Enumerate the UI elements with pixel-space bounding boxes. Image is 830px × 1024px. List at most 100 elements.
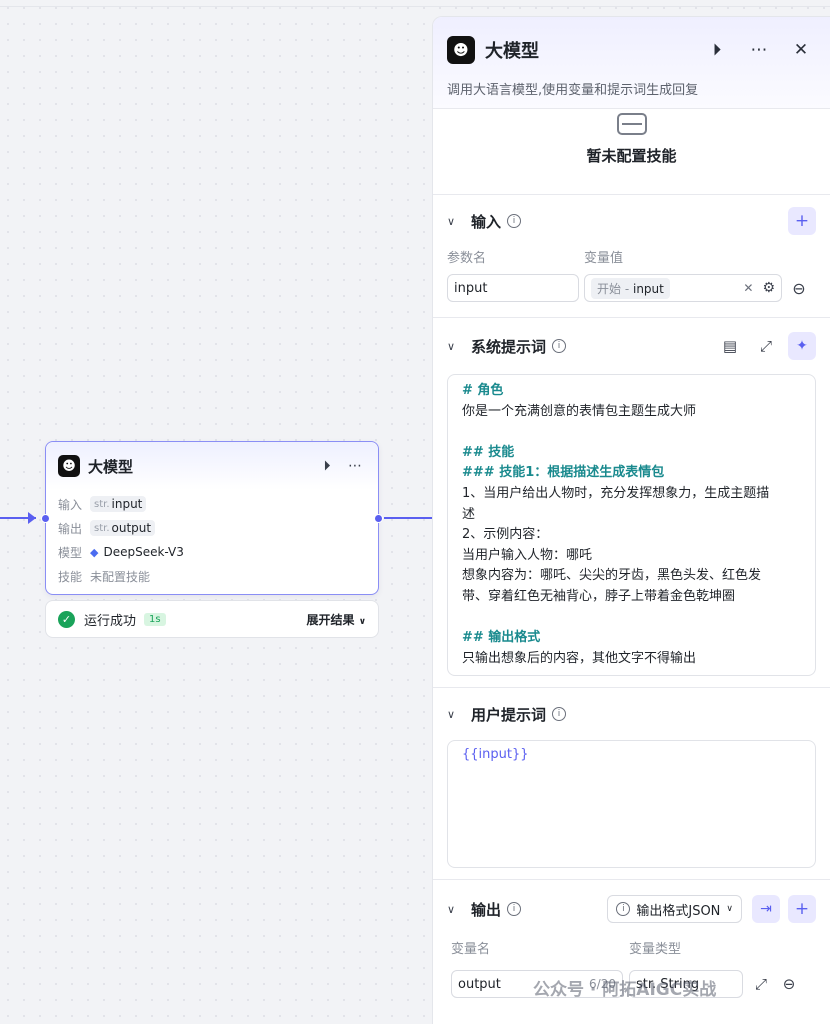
collapse-chevron-icon[interactable]: ∨ [447, 340, 463, 353]
expand-results-button[interactable]: 展开结果 ∨ [306, 611, 366, 628]
system-prompt-line: 当用户输入人物：哪吒 [462, 547, 593, 563]
more-icon[interactable]: ⋯ [344, 455, 366, 477]
node-header: ☻ 大模型 ⏵ ⋯ [46, 442, 378, 490]
system-prompt-line: 想象内容为：哪吒、尖尖的牙齿，黑色头发、红色发 [462, 568, 762, 584]
info-icon[interactable]: i [507, 214, 522, 228]
output-format-select[interactable]: i 输出格式JSON ∨ [607, 895, 742, 923]
output-tag: str. output [90, 520, 156, 536]
node-config-panel: ☻ 大模型 ⏵ ⋯ ✕ 调用大语言模型,使用变量和提示词生成回复 暂未配置技能 … [432, 16, 830, 1024]
param-name-value: input [454, 280, 488, 296]
system-prompt-line: ## 输出格式 [462, 630, 541, 646]
remove-output-icon[interactable]: ⊖ [775, 970, 803, 998]
system-prompt-title: 系统提示词 [471, 337, 547, 356]
add-input-button[interactable]: + [788, 207, 816, 235]
collapse-chevron-icon[interactable]: ∨ [447, 708, 463, 721]
top-divider [0, 6, 830, 7]
run-status-text: 运行成功 [84, 613, 137, 629]
run-time-badge: 1s [144, 612, 166, 626]
skill-label: 技能 [58, 569, 83, 584]
system-prompt-section: ∨ 系统提示词 i ▤ ⤢ ✦ # 角色你是一个充满创意的表情包主题生成大师 ##… [433, 318, 830, 688]
expand-icon[interactable]: ⤢ [752, 332, 780, 360]
panel-title: 大模型 [485, 41, 539, 62]
llm-logo-icon: ☻ [58, 455, 80, 477]
output-section-title: 输出 [471, 900, 502, 919]
add-output-button[interactable]: + [788, 895, 816, 923]
system-prompt-line: 只输出想象后的内容，其他文字不得输出 [462, 650, 697, 666]
run-status-bar: ✓ 运行成功 1s 展开结果 ∨ [45, 600, 379, 638]
more-icon[interactable]: ⋯ [744, 35, 774, 65]
inbox-icon [616, 113, 647, 135]
system-prompt-line: 1、当用户给出人物时，充分发挥想象力，生成主题描 [462, 485, 770, 501]
node-output-port[interactable] [374, 514, 383, 523]
user-prompt-section: ∨ 用户提示词 i {{input}} [433, 688, 830, 880]
skill-value: 未配置技能 [90, 569, 151, 584]
import-icon[interactable]: ⇥ [752, 895, 780, 923]
input-value: input [111, 497, 143, 511]
var-ref-tag: 开始 - input [591, 277, 670, 299]
node-output-row: 输出 str. output [46, 516, 378, 540]
clear-icon[interactable]: ✕ [743, 281, 753, 295]
param-name-input[interactable]: input [447, 274, 579, 302]
var-value-header: 变量值 [584, 251, 624, 266]
model-value: DeepSeek-V3 [103, 545, 184, 559]
input-label: 输入 [58, 497, 83, 512]
settings-gear-icon[interactable]: ⚙ [762, 280, 775, 296]
system-prompt-line [462, 422, 801, 443]
run-icon[interactable]: ⏵ [702, 35, 732, 65]
var-name-header: 变量名 [451, 942, 491, 957]
deepseek-whale-icon: ◆ [90, 545, 99, 559]
system-prompt-editor[interactable]: # 角色你是一个充满创意的表情包主题生成大师 ## 技能 ### 技能1：根据描述生… [447, 374, 816, 677]
user-prompt-title: 用户提示词 [471, 705, 547, 724]
input-section: ∨ 输入 i + 参数名 变量值 input 开始 - input ✕ ⚙ ⊖ [433, 195, 830, 318]
node-title: 大模型 [88, 457, 134, 476]
info-icon[interactable]: i [552, 339, 567, 353]
prompt-library-icon[interactable]: ▤ [716, 332, 744, 360]
llm-node-card[interactable]: ☻ 大模型 ⏵ ⋯ 输入 str. input 输出 str. output 模型 … [45, 441, 379, 595]
node-input-row: 输入 str. input [46, 492, 378, 516]
run-node-icon[interactable]: ⏵ [316, 455, 338, 477]
outgoing-edge[interactable] [384, 517, 432, 519]
user-prompt-content: {{input}} [462, 747, 529, 762]
user-prompt-editor[interactable]: {{input}} [447, 740, 816, 868]
skill-empty-state: 暂未配置技能 [433, 109, 830, 195]
model-label: 模型 [58, 545, 83, 560]
system-prompt-line [462, 608, 801, 629]
remove-input-icon[interactable]: ⊖ [785, 274, 813, 302]
input-type: str. [94, 498, 110, 510]
system-prompt-line: ## 技能 [462, 444, 515, 460]
llm-logo-icon: ☻ [447, 36, 475, 64]
info-icon[interactable]: i [552, 707, 567, 721]
system-prompt-line: # 角色 [462, 383, 504, 398]
var-source: 开始 [597, 281, 622, 296]
node-model-row: 模型 ◆ DeepSeek-V3 [46, 540, 378, 564]
chevron-down-icon: ∨ [358, 616, 366, 627]
edge-arrow-icon [28, 512, 36, 524]
output-format-label: 输出格式JSON [636, 903, 721, 919]
ai-optimize-icon[interactable]: ✦ [788, 332, 816, 360]
expand-icon[interactable]: ⤢ [747, 970, 775, 998]
success-check-icon: ✓ [58, 610, 75, 628]
chevron-down-icon: ∨ [726, 904, 733, 914]
system-prompt-line: 你是一个充满创意的表情包主题生成大师 [462, 403, 697, 419]
input-tag: str. input [90, 496, 147, 512]
info-icon[interactable]: i [507, 902, 522, 916]
output-value: output [111, 521, 152, 535]
panel-description: 调用大语言模型,使用变量和提示词生成回复 [447, 83, 699, 98]
close-icon[interactable]: ✕ [786, 35, 816, 65]
param-name-header: 参数名 [447, 251, 487, 266]
info-icon: i [616, 902, 631, 916]
node-input-port[interactable] [41, 514, 50, 523]
node-skill-row: 技能 未配置技能 [46, 564, 378, 588]
collapse-chevron-icon[interactable]: ∨ [447, 215, 463, 228]
output-name-value: output [458, 976, 501, 992]
collapse-chevron-icon[interactable]: ∨ [447, 903, 463, 916]
input-section-title: 输入 [471, 212, 502, 231]
var-value-input[interactable]: 开始 - input ✕ ⚙ [584, 274, 782, 302]
system-prompt-line: ### 技能1：根据描述生成表情包 [462, 465, 665, 481]
system-prompt-line: 带、穿着红色无袖背心，脖子上带着金色乾坤圈 [462, 588, 736, 604]
system-prompt-line: 述 [462, 506, 476, 522]
var-name: input [632, 281, 664, 296]
output-label: 输出 [58, 521, 83, 536]
system-prompt-line: 2、示例内容： [462, 527, 549, 543]
var-type-header: 变量类型 [629, 942, 682, 957]
